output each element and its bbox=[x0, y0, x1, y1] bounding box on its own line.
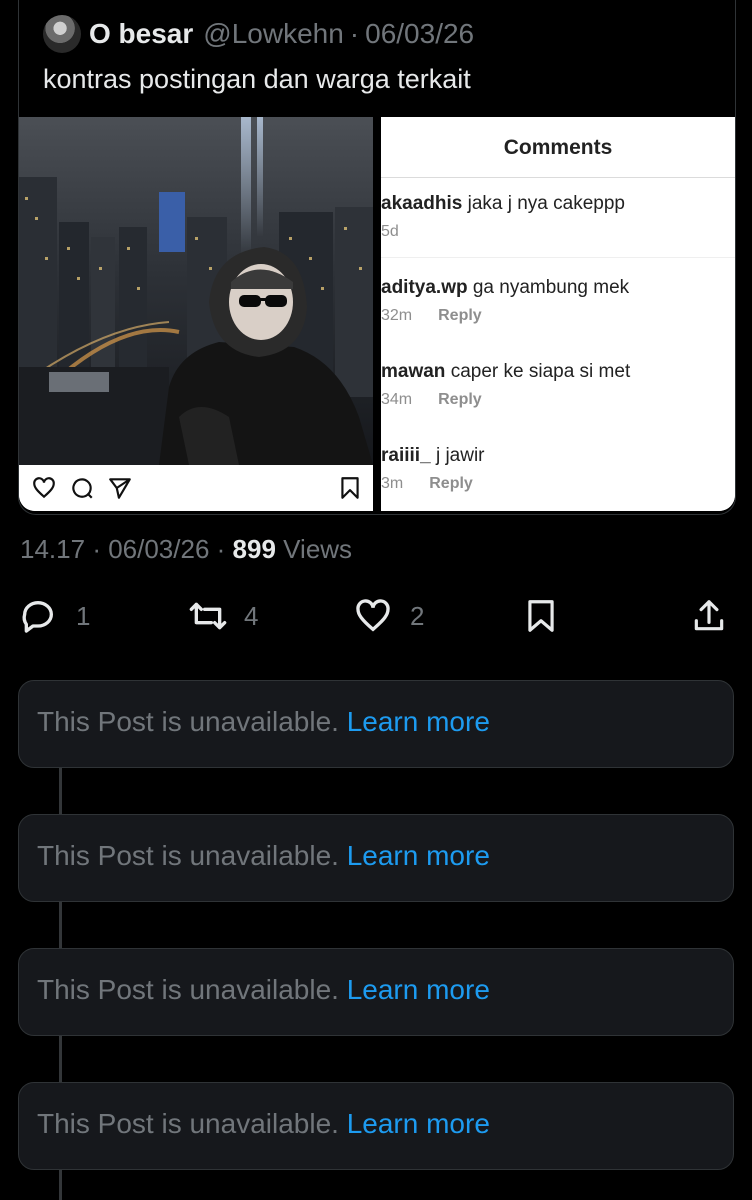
comment-user: aditya.wp bbox=[381, 277, 468, 298]
quoted-post-text: kontras postingan dan warga terkait bbox=[43, 64, 471, 94]
unavailable-message: This Post is unavailable. bbox=[37, 706, 339, 737]
comments-title: Comments bbox=[381, 117, 735, 178]
comment-divider bbox=[381, 257, 735, 258]
repost-button[interactable]: 4 bbox=[186, 596, 258, 636]
thread-line bbox=[59, 766, 62, 816]
comment-time: 34m bbox=[381, 391, 413, 408]
unavailable-post-card: This Post is unavailable. Learn more bbox=[18, 814, 734, 902]
like-button[interactable]: 2 bbox=[352, 596, 424, 636]
instagram-post-image bbox=[19, 117, 373, 511]
dot-separator: · bbox=[349, 18, 360, 49]
author-display-name[interactable]: O besar bbox=[89, 18, 193, 50]
repost-icon bbox=[189, 602, 227, 630]
comment-time: 5d bbox=[381, 223, 399, 240]
like-count: 2 bbox=[410, 600, 425, 631]
comment-time: 3m bbox=[381, 475, 404, 492]
unavailable-message: This Post is unavailable. bbox=[37, 974, 339, 1005]
heart-icon bbox=[356, 599, 390, 632]
post-date[interactable]: 06/03/26 bbox=[365, 18, 474, 50]
comments-screenshot: Comments akaadhis jaka j nya cakeppp 5d … bbox=[381, 117, 735, 511]
night-city-photo bbox=[19, 117, 373, 465]
post-meta: 14.17 · 06/03/26 · 899 Views bbox=[20, 534, 353, 564]
heart-icon bbox=[33, 477, 55, 499]
bookmark-button[interactable] bbox=[522, 596, 560, 636]
quoted-post-header: O besar @Lowkehn · 06/03/26 bbox=[43, 14, 474, 54]
avatar[interactable] bbox=[43, 15, 81, 53]
comment-text: j jawir bbox=[435, 445, 485, 466]
thread-line bbox=[59, 1168, 62, 1200]
author-handle[interactable]: @Lowkehn bbox=[203, 18, 344, 50]
post-time[interactable]: 14.17 bbox=[20, 534, 85, 564]
comment-user: akaadhis bbox=[381, 193, 463, 214]
comment-user: raiiii_ bbox=[381, 445, 431, 466]
learn-more-link[interactable]: Learn more bbox=[347, 1108, 490, 1139]
views-label: Views bbox=[283, 534, 353, 564]
bookmark-icon bbox=[341, 477, 359, 499]
comment-icon bbox=[72, 478, 93, 499]
comment-reply-link: Reply bbox=[438, 391, 482, 408]
reply-count: 1 bbox=[76, 600, 91, 631]
unavailable-post-card: This Post is unavailable. Learn more bbox=[18, 680, 734, 768]
post-media[interactable]: Comments akaadhis jaka j nya cakeppp 5d … bbox=[19, 117, 735, 511]
share-button[interactable] bbox=[690, 596, 728, 636]
comment-time: 32m bbox=[381, 307, 413, 324]
comment-text: jaka j nya cakeppp bbox=[467, 193, 625, 214]
thread-line bbox=[59, 900, 62, 950]
send-icon bbox=[109, 478, 131, 499]
comment-user: mawan bbox=[381, 361, 446, 382]
unavailable-message: This Post is unavailable. bbox=[37, 840, 339, 871]
unavailable-post-card: This Post is unavailable. Learn more bbox=[18, 1082, 734, 1170]
media-divider bbox=[373, 117, 381, 511]
reply-button[interactable]: 1 bbox=[18, 596, 90, 636]
post-date[interactable]: 06/03/26 bbox=[108, 534, 209, 564]
comment-text: caper ke siapa si met bbox=[450, 361, 631, 382]
comment-text: ga nyambung mek bbox=[472, 277, 630, 298]
instagram-action-row bbox=[19, 465, 373, 511]
unavailable-message: This Post is unavailable. bbox=[37, 1108, 339, 1139]
post-action-bar: 1 4 2 bbox=[0, 590, 752, 642]
bookmark-icon bbox=[528, 600, 554, 632]
quoted-post-card[interactable]: O besar @Lowkehn · 06/03/26 kontras post… bbox=[18, 0, 736, 515]
views-count: 899 bbox=[232, 534, 276, 564]
learn-more-link[interactable]: Learn more bbox=[347, 974, 490, 1005]
thread-line bbox=[59, 1034, 62, 1084]
reply-icon bbox=[22, 601, 53, 633]
learn-more-link[interactable]: Learn more bbox=[347, 840, 490, 871]
unavailable-post-card: This Post is unavailable. Learn more bbox=[18, 948, 734, 1036]
comment-reply-link: Reply bbox=[429, 475, 473, 492]
repost-count: 4 bbox=[244, 600, 259, 631]
learn-more-link[interactable]: Learn more bbox=[347, 706, 490, 737]
share-icon bbox=[694, 600, 724, 631]
comment-reply-link: Reply bbox=[438, 307, 482, 324]
